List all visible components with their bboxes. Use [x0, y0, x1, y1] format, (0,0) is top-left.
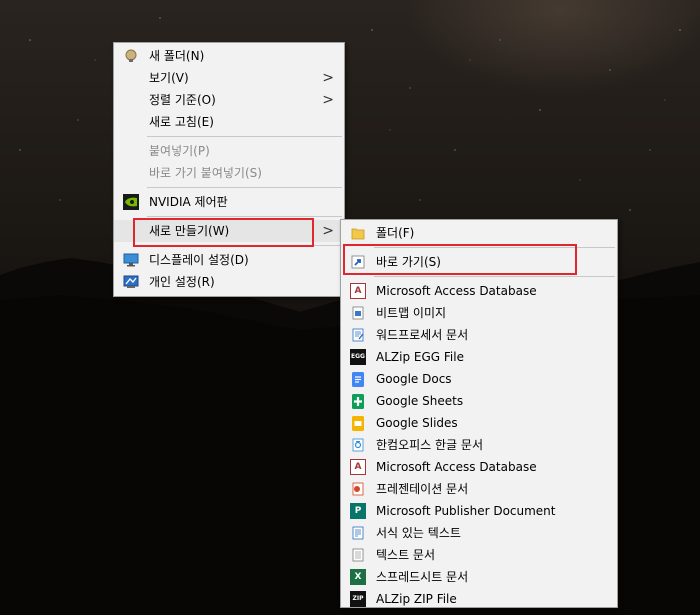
submenu-item-shortcut[interactable]: 바로 가기(S) — [341, 251, 617, 273]
menu-separator — [147, 187, 342, 188]
submenu-item-label: 텍스트 문서 — [376, 548, 436, 562]
submenu-item-folder[interactable]: 폴더(F) — [341, 222, 617, 244]
menu-item-display-settings[interactable]: 디스플레이 설정(D) — [114, 249, 344, 271]
menu-item-new[interactable]: 새로 만들기(W) > — [114, 220, 344, 242]
submenu-item-wordpad-document[interactable]: 워드프로세서 문서 — [341, 324, 617, 346]
submenu-item-rich-text[interactable]: 서식 있는 텍스트 — [341, 522, 617, 544]
submenu-item-alzip-zip[interactable]: ZIP ALZip ZIP File — [341, 588, 617, 610]
submenu-item-access-database[interactable]: A Microsoft Access Database — [341, 280, 617, 302]
desktop-background[interactable]: 새 폴더(N) 보기(V) > 정렬 기준(O) > 새로 고침(E) 붙여넣기… — [0, 0, 700, 615]
submenu-item-access-database-2[interactable]: A Microsoft Access Database — [341, 456, 617, 478]
submenu-item-label: 프레젠테이션 문서 — [376, 482, 469, 496]
menu-item-label: 새로 고침(E) — [149, 115, 214, 129]
wordpad-icon — [350, 327, 366, 343]
submenu-item-label: Microsoft Access Database — [376, 284, 537, 298]
submenu-item-alzip-egg[interactable]: EGG ALZip EGG File — [341, 346, 617, 368]
menu-separator — [147, 136, 342, 137]
google-slides-icon — [350, 415, 366, 431]
access-icon: A — [350, 283, 366, 299]
folder-icon — [350, 225, 366, 241]
text-doc-icon — [350, 547, 366, 563]
egg-icon: EGG — [350, 349, 366, 365]
new-folder-icon — [123, 48, 139, 64]
desktop-context-menu: 새 폴더(N) 보기(V) > 정렬 기준(O) > 새로 고침(E) 붙여넣기… — [113, 42, 345, 297]
submenu-item-label: ALZip EGG File — [376, 350, 464, 364]
zip-icon: ZIP — [350, 591, 366, 607]
submenu-item-google-slides[interactable]: Google Slides — [341, 412, 617, 434]
submenu-item-label: 비트맵 이미지 — [376, 306, 447, 320]
submenu-item-label: 스프레드시트 문서 — [376, 570, 469, 584]
menu-item-label: 보기(V) — [149, 71, 189, 85]
chevron-right-icon: > — [322, 223, 334, 239]
submenu-item-label: 한컴오피스 한글 문서 — [376, 438, 483, 452]
chevron-right-icon: > — [322, 92, 334, 108]
access-icon: A — [350, 459, 366, 475]
submenu-item-label: 워드프로세서 문서 — [376, 328, 469, 342]
submenu-item-presentation-document[interactable]: 프레젠테이션 문서 — [341, 478, 617, 500]
menu-item-sort-by[interactable]: 정렬 기준(O) > — [114, 89, 344, 111]
submenu-item-hwp-document[interactable]: 한컴오피스 한글 문서 — [341, 434, 617, 456]
menu-item-label: 디스플레이 설정(D) — [149, 253, 249, 267]
google-sheets-icon — [350, 393, 366, 409]
google-docs-icon — [350, 371, 366, 387]
presentation-icon — [350, 481, 366, 497]
rtf-icon — [350, 525, 366, 541]
submenu-item-spreadsheet-document[interactable]: X 스프레드시트 문서 — [341, 566, 617, 588]
submenu-item-google-sheets[interactable]: Google Sheets — [341, 390, 617, 412]
menu-item-paste: 붙여넣기(P) — [114, 140, 344, 162]
submenu-item-text-document[interactable]: 텍스트 문서 — [341, 544, 617, 566]
submenu-item-label: ALZip ZIP File — [376, 592, 457, 606]
menu-item-view[interactable]: 보기(V) > — [114, 67, 344, 89]
submenu-item-label: 바로 가기(S) — [376, 255, 441, 269]
menu-item-new-folder[interactable]: 새 폴더(N) — [114, 45, 344, 67]
submenu-item-label: Microsoft Access Database — [376, 460, 537, 474]
display-icon — [123, 252, 139, 268]
submenu-item-bitmap-image[interactable]: 비트맵 이미지 — [341, 302, 617, 324]
menu-item-nvidia-control-panel[interactable]: NVIDIA 제어판 — [114, 191, 344, 213]
chevron-right-icon: > — [322, 70, 334, 86]
submenu-item-label: 폴더(F) — [376, 226, 415, 240]
menu-item-label: 개인 설정(R) — [149, 275, 215, 289]
shortcut-icon — [350, 254, 366, 270]
menu-item-label: 새 폴더(N) — [149, 49, 205, 63]
menu-item-label: 새로 만들기(W) — [149, 224, 230, 238]
publisher-icon: P — [350, 503, 366, 519]
bitmap-icon — [350, 305, 366, 321]
menu-item-refresh[interactable]: 새로 고침(E) — [114, 111, 344, 133]
submenu-item-label: Google Sheets — [376, 394, 464, 408]
submenu-item-publisher-document[interactable]: P Microsoft Publisher Document — [341, 500, 617, 522]
menu-separator — [374, 247, 615, 248]
menu-item-label: 정렬 기준(O) — [149, 93, 216, 107]
personalize-icon — [123, 274, 139, 290]
submenu-item-label: Google Docs — [376, 372, 452, 386]
menu-item-label: 붙여넣기(P) — [149, 144, 210, 158]
submenu-item-label: 서식 있는 텍스트 — [376, 526, 461, 540]
new-submenu: 폴더(F) 바로 가기(S) A Microsoft Access Databa… — [340, 219, 618, 608]
menu-separator — [147, 216, 342, 217]
menu-separator — [147, 245, 342, 246]
nvidia-icon — [123, 194, 139, 210]
spreadsheet-icon: X — [350, 569, 366, 585]
submenu-item-label: Google Slides — [376, 416, 458, 430]
hwp-icon — [350, 437, 366, 453]
menu-separator — [374, 276, 615, 277]
submenu-item-label: Microsoft Publisher Document — [376, 504, 556, 518]
menu-item-paste-shortcut: 바로 가기 붙여넣기(S) — [114, 162, 344, 184]
submenu-item-google-docs[interactable]: Google Docs — [341, 368, 617, 390]
menu-item-label: 바로 가기 붙여넣기(S) — [149, 166, 262, 180]
menu-item-label: NVIDIA 제어판 — [149, 195, 228, 209]
menu-item-personalize[interactable]: 개인 설정(R) — [114, 271, 344, 293]
